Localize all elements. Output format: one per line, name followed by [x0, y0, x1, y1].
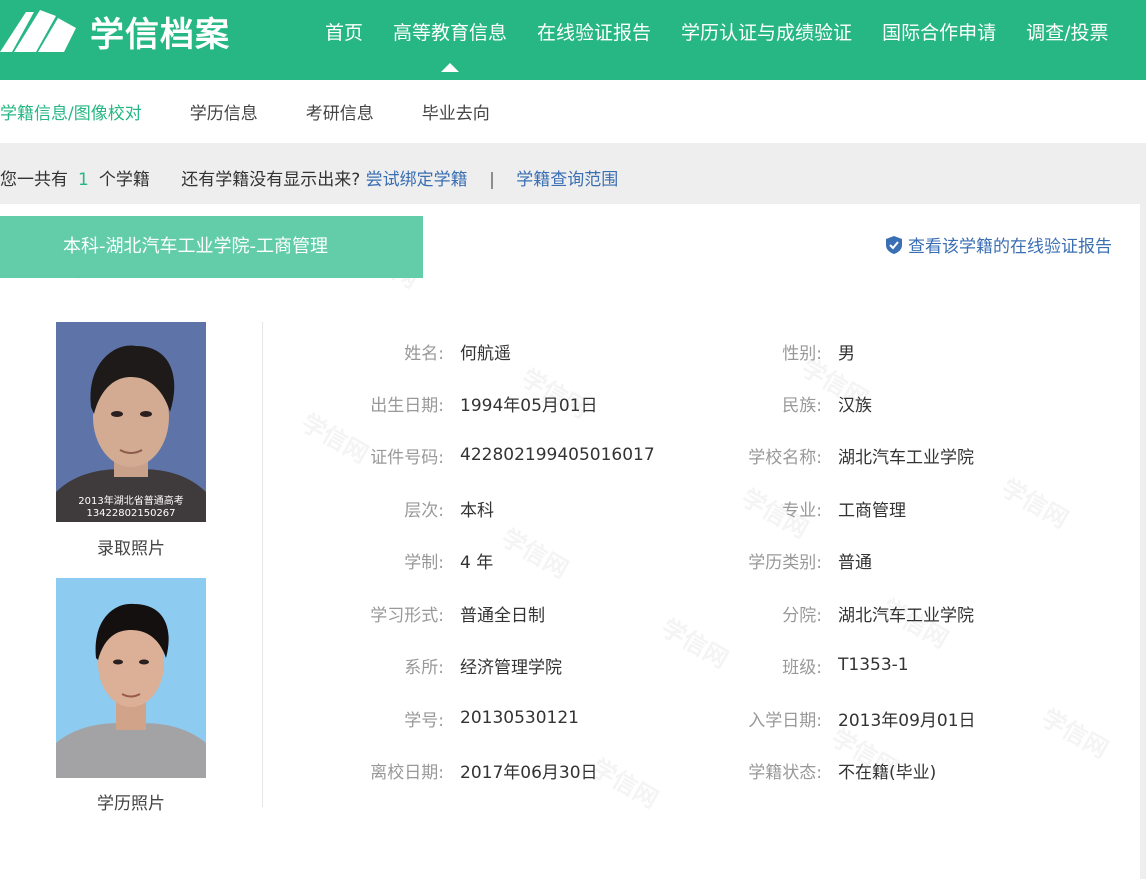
logo-mark-icon: [0, 10, 76, 52]
field-branch: 分院: 湖北汽车工业学院: [702, 598, 974, 628]
field-status: 学籍状态: 不在籍(毕业): [702, 755, 936, 785]
field-department: 系所: 经济管理学院: [264, 650, 562, 680]
admission-stamp-line2: 13422802150267: [86, 508, 176, 519]
field-leave-date: 离校日期: 2017年06月30日: [264, 755, 598, 785]
field-duration: 学制: 4 年: [264, 545, 493, 575]
record-tab[interactable]: 本科-湖北汽车工业学院-工商管理: [0, 216, 423, 278]
field-label: 姓名:: [404, 343, 444, 364]
field-label: 学籍状态:: [748, 762, 822, 783]
field-value: 422802199405016017: [460, 445, 655, 465]
field-label: 班级:: [782, 657, 822, 678]
nav-home[interactable]: 首页: [325, 18, 363, 45]
field-label: 学历类别:: [748, 552, 822, 573]
field-label: 离校日期:: [370, 762, 444, 783]
summary-prefix: 您一共有: [0, 170, 68, 190]
field-education-type: 学历类别: 普通: [702, 545, 872, 575]
field-gender: 性别: 男: [702, 336, 855, 366]
portrait-image: [56, 322, 206, 522]
field-label: 出生日期:: [370, 395, 444, 416]
top-header: 学信档案 首页 高等教育信息 在线验证报告 学历认证与成绩验证 国际合作申请 调…: [0, 0, 1146, 80]
field-value: 男: [838, 343, 855, 364]
field-label: 入学日期:: [748, 710, 822, 731]
field-value: 4 年: [460, 552, 494, 573]
record-count: 1: [78, 170, 89, 190]
watermark: 学信网: [1036, 698, 1116, 764]
field-birth-date: 出生日期: 1994年05月01日: [264, 388, 598, 418]
nav-international[interactable]: 国际合作申请: [882, 18, 996, 45]
subnav-graduation[interactable]: 毕业去向: [422, 99, 490, 124]
field-value: 2013年09月01日: [838, 710, 976, 731]
field-label: 民族:: [782, 395, 822, 416]
watermark: 学信网: [996, 468, 1076, 534]
field-label: 分院:: [782, 605, 822, 626]
field-value: 本科: [460, 500, 494, 521]
record-card: 学信网 学信网 学信网 学信网 学信网 学信网 学信网 学信网 学信网 学信网 …: [0, 204, 1140, 879]
field-major: 专业: 工商管理: [702, 493, 906, 523]
field-ethnicity: 民族: 汉族: [702, 388, 872, 418]
photo-column: 2013年湖北省普通高考 13422802150267 录取照片 学历照片: [0, 322, 263, 814]
verify-report-link[interactable]: 查看该学籍的在线验证报告: [886, 232, 1112, 257]
field-value: 何航遥: [460, 343, 511, 364]
degree-photo: [56, 578, 206, 778]
field-class: 班级: T1353-1: [702, 650, 909, 680]
admission-stamp-line1: 2013年湖北省普通高考: [78, 496, 184, 507]
sub-nav: 学籍信息/图像校对 学历信息 考研信息 毕业去向: [0, 80, 1146, 143]
field-value: 20130530121: [460, 708, 579, 728]
field-school-name: 学校名称: 湖北汽车工业学院: [702, 440, 974, 470]
nav-survey[interactable]: 调查/投票: [1026, 18, 1108, 45]
site-logo[interactable]: 学信档案: [0, 6, 230, 56]
admission-stamp: 2013年湖北省普通高考 13422802150267: [56, 496, 206, 520]
logo-text: 学信档案: [90, 14, 230, 55]
field-enroll-date: 入学日期: 2013年09月01日: [702, 703, 976, 733]
summary-question: 还有学籍没有显示出来?: [181, 170, 361, 190]
field-label: 层次:: [404, 500, 444, 521]
field-study-form: 学习形式: 普通全日制: [264, 598, 545, 628]
degree-photo-caption: 学历照片: [97, 794, 165, 814]
field-value: 1994年05月01日: [460, 395, 598, 416]
nav-online-verification[interactable]: 在线验证报告: [537, 18, 651, 45]
field-label: 学习形式:: [370, 605, 444, 626]
field-level: 层次: 本科: [264, 493, 494, 523]
watermark: 学信网: [586, 748, 666, 814]
field-value: 湖北汽车工业学院: [838, 447, 974, 468]
field-label: 学校名称:: [748, 447, 822, 468]
portrait-image: [56, 578, 206, 778]
field-label: 专业:: [782, 500, 822, 521]
field-label: 学号:: [404, 710, 444, 731]
summary-suffix: 个学籍: [98, 170, 150, 190]
field-value: 工商管理: [838, 500, 906, 521]
record-summary: 您一共有 1 个学籍 还有学籍没有显示出来? 尝试绑定学籍 | 学籍查询范围: [0, 165, 618, 190]
field-id-number: 证件号码: 422802199405016017: [264, 440, 655, 470]
field-label: 证件号码:: [370, 447, 444, 468]
nav-certification[interactable]: 学历认证与成绩验证: [681, 18, 852, 45]
shield-check-icon: [886, 235, 902, 254]
query-scope-link[interactable]: 学籍查询范围: [516, 170, 618, 190]
field-value: 湖北汽车工业学院: [838, 605, 974, 626]
field-student-number: 学号: 20130530121: [264, 703, 579, 733]
field-name: 姓名: 何航遥: [264, 336, 511, 366]
field-value: 普通: [838, 552, 872, 573]
admission-photo-caption: 录取照片: [97, 539, 165, 559]
verify-report-label: 查看该学籍的在线验证报告: [908, 237, 1112, 257]
field-label: 性别:: [782, 343, 822, 364]
watermark: 学信网: [496, 518, 576, 584]
subnav-student-status[interactable]: 学籍信息/图像校对: [0, 99, 142, 124]
field-value: 经济管理学院: [460, 657, 562, 678]
subnav-education[interactable]: 学历信息: [190, 99, 258, 124]
field-value: T1353-1: [838, 655, 909, 675]
subnav-postgraduate[interactable]: 考研信息: [306, 99, 374, 124]
field-label: 学制:: [404, 552, 444, 573]
summary-separator: |: [489, 170, 495, 190]
nav-higher-education[interactable]: 高等教育信息: [393, 18, 507, 72]
bind-record-link[interactable]: 尝试绑定学籍: [366, 170, 468, 190]
main-nav: 首页 高等教育信息 在线验证报告 学历认证与成绩验证 国际合作申请 调查/投票: [310, 0, 1138, 72]
field-label: 系所:: [404, 657, 444, 678]
field-value: 不在籍(毕业): [838, 762, 937, 783]
field-value: 汉族: [838, 395, 872, 416]
admission-photo: 2013年湖北省普通高考 13422802150267: [56, 322, 206, 522]
field-value: 2017年06月30日: [460, 762, 598, 783]
field-value: 普通全日制: [460, 605, 545, 626]
